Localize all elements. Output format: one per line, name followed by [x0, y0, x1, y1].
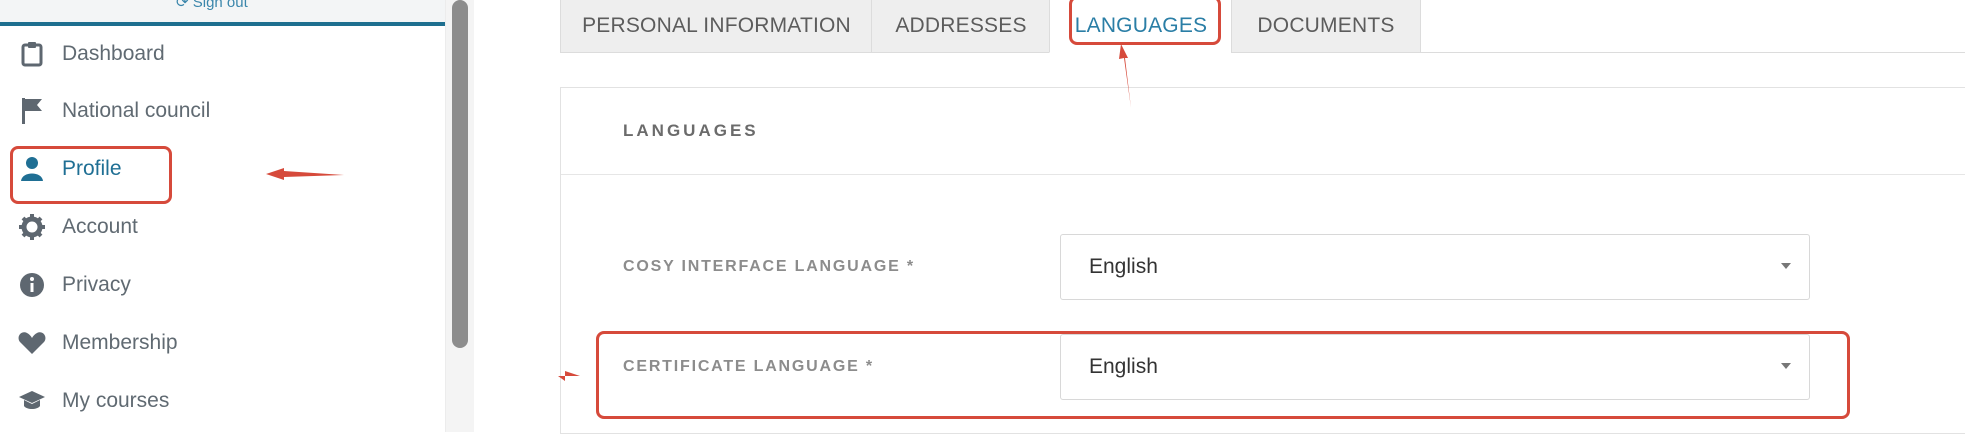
select-value: English — [1089, 255, 1158, 278]
tab-bar: PERSONAL INFORMATION ADDRESSES LANGUAGES… — [560, 0, 1965, 53]
tab-label: DOCUMENTS — [1257, 14, 1395, 37]
sidebar-item-label: Account — [62, 215, 138, 238]
sidebar-item-profile[interactable]: Profile — [10, 144, 430, 194]
sidebar-item-dashboard[interactable]: Dashboard — [10, 29, 430, 79]
languages-panel: LANGUAGES COSY INTERFACE LANGUAGE * Engl… — [560, 87, 1965, 434]
tab-addresses[interactable]: ADDRESSES — [871, 0, 1051, 53]
select-value: English — [1089, 355, 1158, 378]
info-icon — [10, 270, 54, 300]
tab-label: LANGUAGES — [1074, 14, 1208, 37]
tab-documents[interactable]: DOCUMENTS — [1231, 0, 1421, 53]
panel-header: LANGUAGES — [561, 88, 1965, 175]
clipboard-icon — [10, 39, 54, 69]
chevron-down-icon — [1781, 263, 1791, 269]
sidebar-item-membership[interactable]: Membership — [10, 318, 430, 368]
sidebar-item-privacy[interactable]: Privacy — [10, 260, 430, 310]
tab-label: ADDRESSES — [895, 14, 1027, 37]
sidebar-item-label: Privacy — [62, 273, 131, 296]
gear-icon — [10, 212, 54, 242]
certificate-language-label: CERTIFICATE LANGUAGE * — [623, 358, 874, 375]
tab-personal-information[interactable]: PERSONAL INFORMATION — [560, 0, 873, 53]
sidebar-item-label: National council — [62, 99, 211, 122]
cosy-interface-language-label: COSY INTERFACE LANGUAGE * — [623, 258, 915, 275]
cosy-interface-language-select[interactable]: English — [1060, 234, 1810, 300]
tab-label: PERSONAL INFORMATION — [582, 14, 851, 37]
tab-languages[interactable]: LANGUAGES — [1049, 0, 1233, 53]
graduation-cap-icon — [10, 386, 54, 416]
sidebar-item-label: My courses — [62, 389, 170, 412]
panel-title: LANGUAGES — [623, 121, 759, 140]
flag-icon — [10, 96, 54, 126]
sidebar-scrollbar[interactable] — [452, 0, 468, 348]
sidebar-item-national-council[interactable]: National council — [10, 86, 430, 136]
user-icon — [10, 154, 54, 184]
sidebar-item-label: Dashboard — [62, 42, 165, 65]
chevron-down-icon — [1781, 363, 1791, 369]
sign-out-link[interactable]: ⟳ Sign out — [176, 0, 248, 11]
sidebar-item-my-courses[interactable]: My courses — [10, 376, 430, 426]
heart-icon — [10, 328, 54, 358]
sidebar-item-label: Profile — [62, 157, 122, 180]
sidebar-item-account[interactable]: Account — [10, 202, 430, 252]
certificate-language-select[interactable]: English — [1060, 334, 1810, 400]
sign-out-bar: ⟳ Sign out — [0, 0, 445, 26]
sidebar-item-label: Membership — [62, 331, 178, 354]
sidebar: ⟳ Sign out Dashboard National council Pr… — [0, 0, 446, 432]
